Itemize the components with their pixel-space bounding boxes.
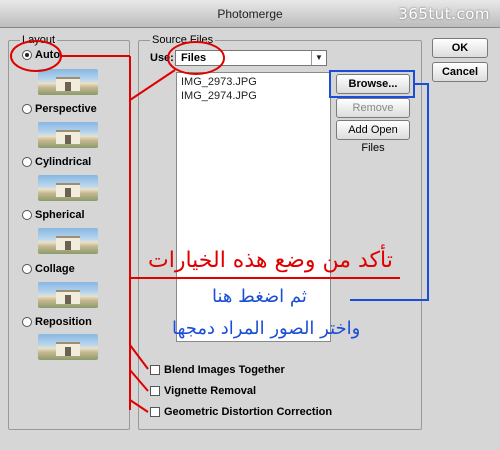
annotation-blue-text-1: ثم اضغط هنا: [212, 286, 307, 307]
list-item[interactable]: IMG_2974.JPG: [181, 90, 257, 104]
layout-legend: Layout: [20, 34, 58, 46]
photomerge-dialog: Layout Auto Perspective Cylindrical Sphe…: [0, 28, 500, 450]
radio-spherical[interactable]: Spherical: [22, 208, 85, 222]
checkbox-label: Vignette Removal: [164, 385, 257, 397]
radio-button[interactable]: [22, 264, 32, 274]
cylindrical-thumbnail: [38, 175, 98, 201]
radio-reposition[interactable]: Reposition: [22, 315, 92, 329]
use-dropdown-value: Files: [181, 52, 207, 64]
spherical-thumbnail: [38, 228, 98, 254]
remove-button[interactable]: Remove: [336, 98, 410, 118]
checkbox-blend[interactable]: Blend Images Together: [150, 363, 285, 377]
radio-label-spherical: Spherical: [35, 209, 85, 221]
perspective-thumbnail: [38, 122, 98, 148]
radio-perspective[interactable]: Perspective: [22, 102, 97, 116]
radio-label-auto: Auto: [35, 49, 61, 61]
radio-auto[interactable]: Auto: [22, 48, 60, 62]
auto-thumbnail: [38, 69, 98, 95]
checkbox-label: Geometric Distortion Correction: [164, 406, 333, 418]
title-bar: Photomerge 365tut.com: [0, 0, 500, 28]
radio-button[interactable]: [22, 157, 32, 167]
source-files-legend: Source Files: [150, 34, 216, 46]
watermark: 365tut.com: [398, 5, 490, 23]
radio-label-perspective: Perspective: [35, 103, 97, 115]
chevron-down-icon[interactable]: ▼: [311, 51, 326, 65]
add-open-files-button[interactable]: Add Open Files: [336, 120, 410, 154]
checkbox[interactable]: [150, 407, 160, 417]
radio-cylindrical[interactable]: Cylindrical: [22, 155, 91, 169]
checkbox[interactable]: [150, 386, 160, 396]
checkbox-vignette[interactable]: Vignette Removal: [150, 384, 256, 398]
radio-label-reposition: Reposition: [35, 316, 92, 328]
annotation-blue-text-2: واختر الصور المراد دمجها: [172, 318, 361, 339]
checkbox-distortion[interactable]: Geometric Distortion Correction: [150, 405, 332, 419]
collage-thumbnail: [38, 282, 98, 308]
use-dropdown[interactable]: Files ▼: [175, 50, 327, 66]
ok-button[interactable]: OK: [432, 38, 488, 58]
cancel-button[interactable]: Cancel: [432, 62, 488, 82]
checkbox-label: Blend Images Together: [164, 364, 285, 376]
browse-button[interactable]: Browse...: [336, 74, 410, 94]
list-item[interactable]: IMG_2973.JPG: [181, 76, 257, 90]
radio-button[interactable]: [22, 210, 32, 220]
use-label: Use:: [150, 52, 174, 64]
radio-button[interactable]: [22, 50, 32, 60]
radio-label-cylindrical: Cylindrical: [35, 156, 92, 168]
radio-button[interactable]: [22, 104, 32, 114]
radio-button[interactable]: [22, 317, 32, 327]
reposition-thumbnail: [38, 334, 98, 360]
checkbox[interactable]: [150, 365, 160, 375]
radio-collage[interactable]: Collage: [22, 262, 75, 276]
annotation-red-text: تأكد من وضع هذه الخيارات: [148, 248, 393, 273]
radio-label-collage: Collage: [35, 263, 75, 275]
